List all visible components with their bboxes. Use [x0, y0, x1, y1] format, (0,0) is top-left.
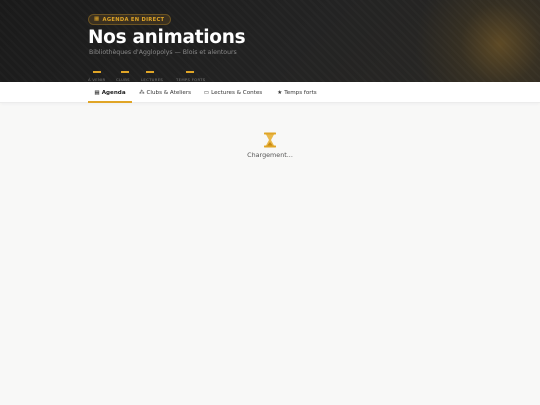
live-agenda-badge: ▦ AGENDA EN DIRECT [88, 14, 172, 25]
loading-state: Chargement... [0, 132, 540, 159]
tab-label: Agenda [101, 89, 126, 96]
star-icon: ★ [277, 89, 283, 96]
page-title: Nos animations [88, 27, 246, 48]
hero-header: ▦ AGENDA EN DIRECT Nos animations Biblio… [0, 0, 540, 82]
tab-clubs-ateliers[interactable]: ⁂ Clubs & Ateliers [138, 82, 192, 103]
tab-label: Lectures & Contes [211, 89, 263, 96]
stat-highlights: TEMPS FORTS [176, 68, 216, 82]
stat-loading-bar [93, 71, 101, 73]
stat-readings: LECTURES [141, 68, 176, 82]
page-subtitle: Bibliothèques d'Agglopolys — Blois et al… [89, 49, 237, 56]
group-icon: ⁂ [138, 89, 145, 96]
hourglass-icon [264, 132, 276, 148]
stat-upcoming: À VENIR [88, 68, 116, 82]
tab-temps-forts[interactable]: ★ Temps forts [275, 82, 319, 103]
loading-text: Chargement... [247, 151, 293, 159]
tab-agenda[interactable]: ▦ Agenda [88, 82, 132, 103]
calendar-icon: ▦ [94, 89, 100, 96]
stat-loading-bar [146, 71, 154, 73]
tab-label: Clubs & Ateliers [146, 89, 192, 96]
stats-row: À VENIR CLUBS LECTURES TEMPS FORTS [88, 68, 216, 82]
stat-loading-bar [186, 71, 194, 73]
tab-label: Temps forts [284, 89, 317, 96]
stat-loading-bar [121, 71, 129, 73]
tab-bar: ▦ Agenda ⁂ Clubs & Ateliers ▭ Lectures &… [0, 82, 540, 103]
calendar-icon: ▦ [94, 15, 100, 22]
stat-clubs: CLUBS [116, 68, 141, 82]
hero-background-pattern [0, 0, 540, 82]
book-icon: ▭ [203, 89, 210, 96]
tab-lectures-contes[interactable]: ▭ Lectures & Contes [203, 82, 263, 103]
live-agenda-badge-label: AGENDA EN DIRECT [102, 16, 165, 23]
